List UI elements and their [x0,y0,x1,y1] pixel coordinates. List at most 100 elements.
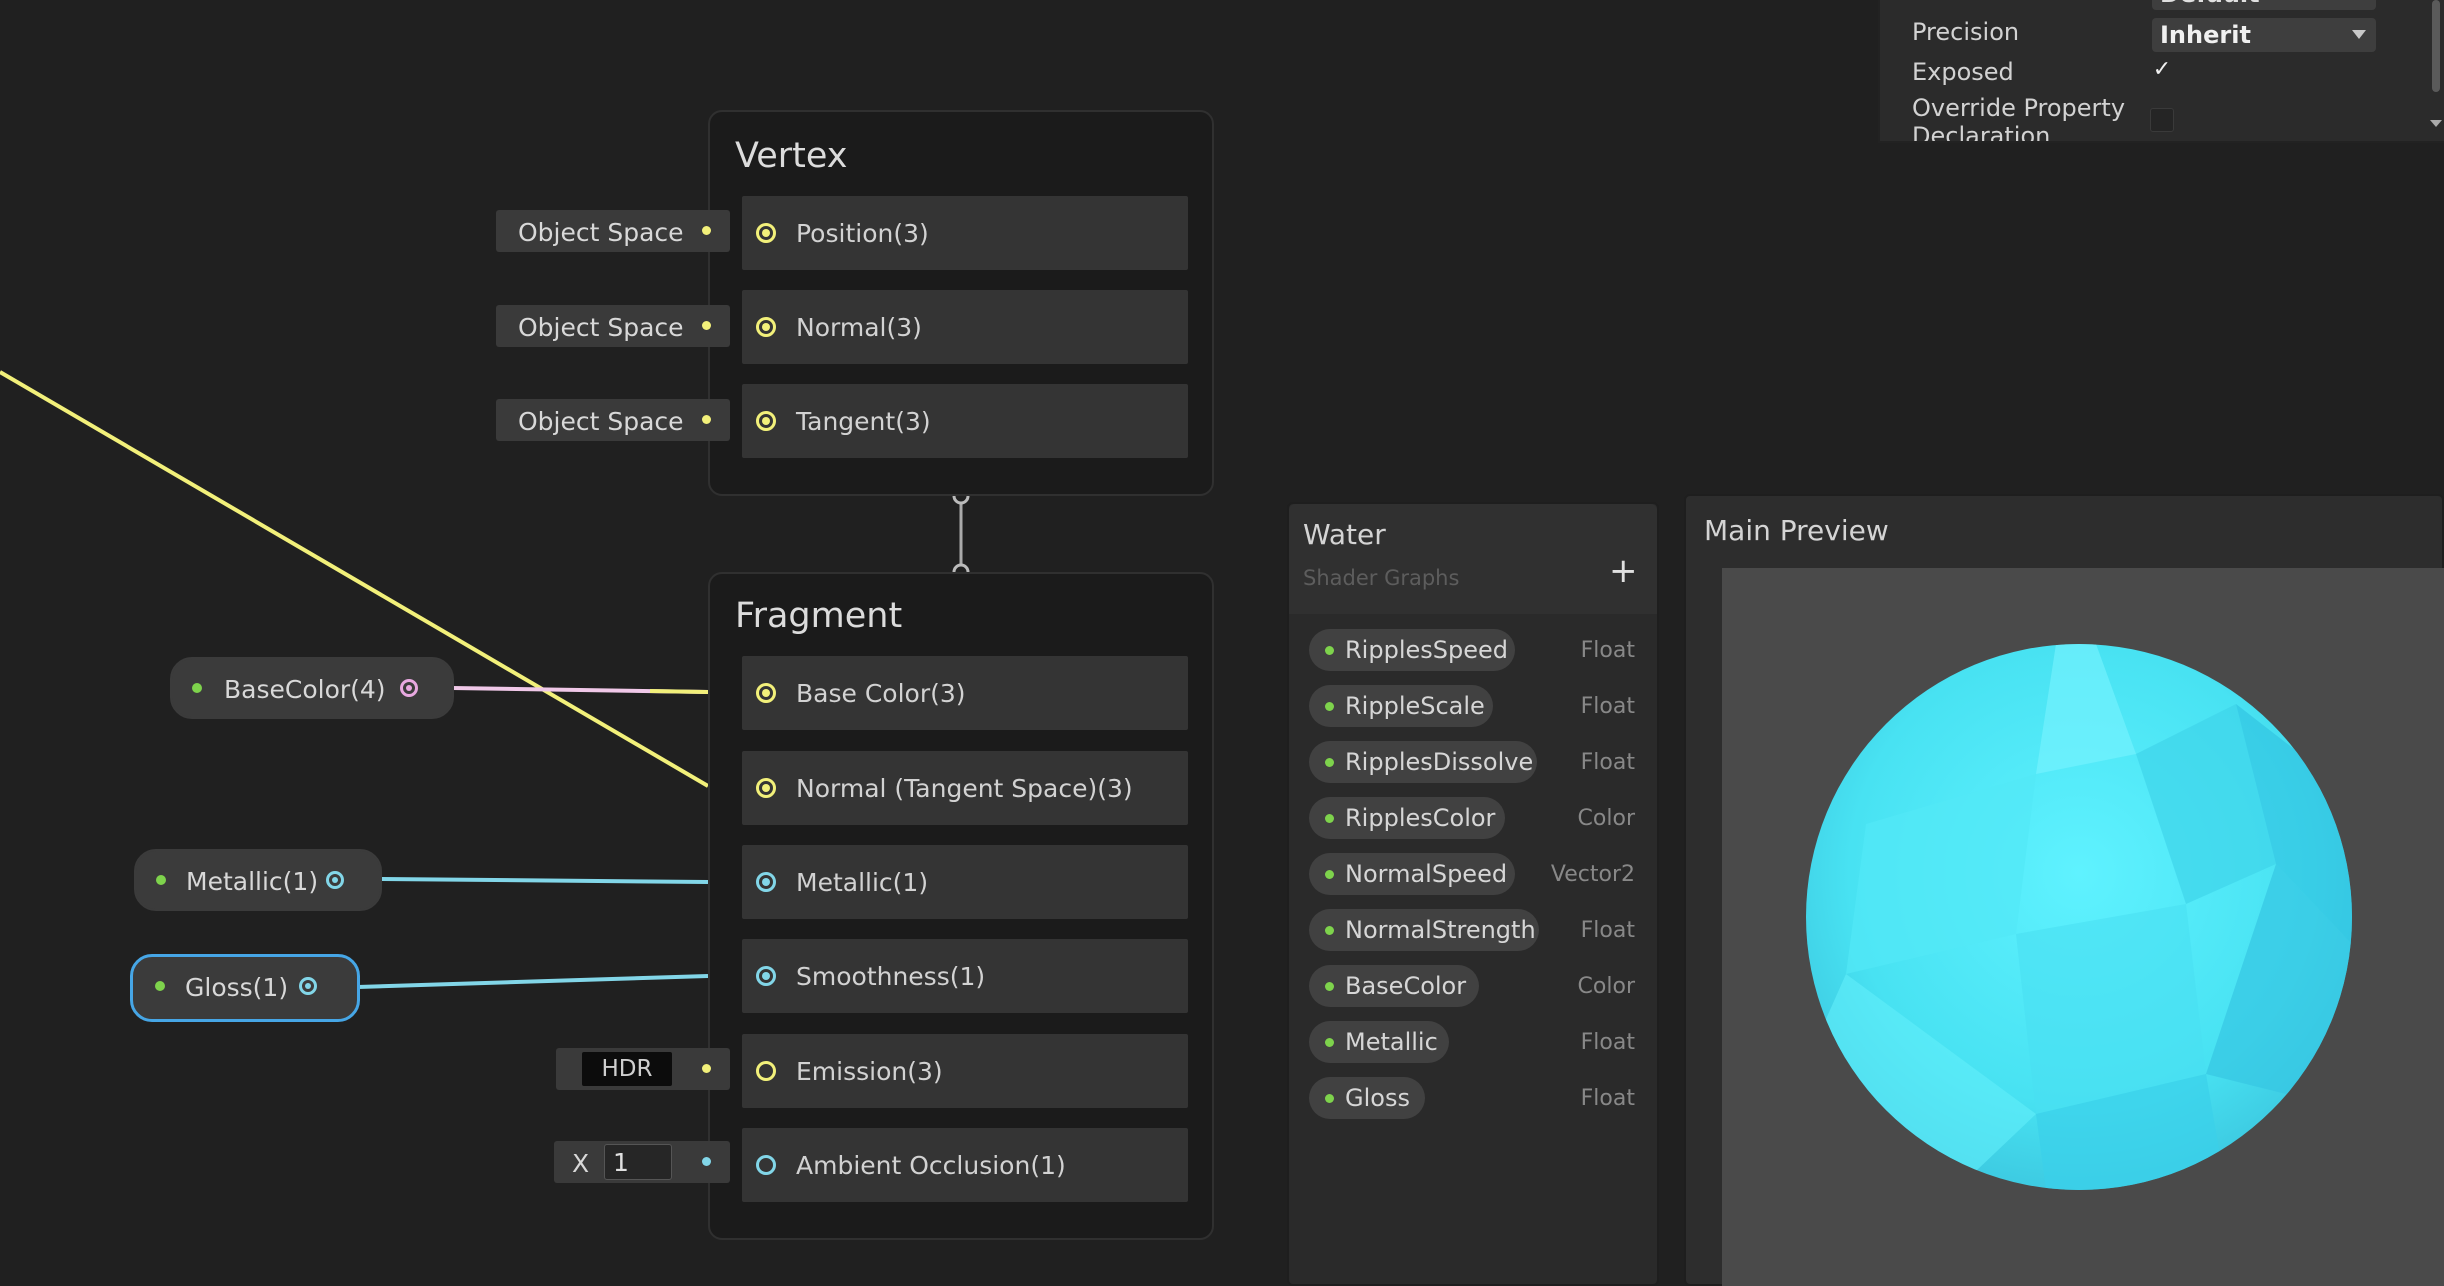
blackboard-property-row[interactable]: RipplesSpeed Float [1309,629,1649,671]
vertex-slot-position[interactable]: Position(3) [742,196,1188,270]
fragment-slot-smoothness[interactable]: Smoothness(1) [742,939,1188,1013]
default-dropdown[interactable]: Default [2152,0,2376,10]
slot-label: Emission(3) [796,1057,943,1086]
property-name: NormalSpeed [1345,860,1508,888]
metallic-property-node[interactable]: Metallic(1) [134,849,382,911]
slot-label: Normal(3) [796,313,922,342]
blackboard-property-row[interactable]: Metallic Float [1309,1021,1649,1063]
port-icon[interactable] [756,1155,776,1175]
gloss-property-node[interactable]: Gloss(1) [130,954,360,1022]
exposed-label: Exposed [1912,58,2014,86]
property-chip[interactable]: Metallic [1309,1021,1449,1063]
fragment-block[interactable]: Fragment Base Color(3) Normal (Tangent S… [708,572,1214,1240]
main-preview-panel[interactable]: Main Preview [1684,494,2444,1286]
blackboard-property-row[interactable]: RipplesDissolve Float [1309,741,1649,783]
preview-viewport[interactable] [1722,568,2444,1286]
output-port-icon[interactable] [400,679,418,697]
fragment-slot-emission[interactable]: Emission(3) [742,1034,1188,1108]
property-type: Color [1577,974,1635,999]
exposed-checkbox[interactable]: ✓ [2150,58,2174,82]
gloss-wire [357,974,709,989]
basecolor-property-node[interactable]: BaseColor(4) [170,657,454,719]
property-dot-icon [1325,1094,1334,1103]
blackboard-title: Water [1303,518,1386,551]
fragment-slot-base-color[interactable]: Base Color(3) [742,656,1188,730]
input-dot [702,226,711,235]
output-port-icon[interactable] [299,977,317,995]
slot-label: Normal (Tangent Space)(3) [796,774,1133,803]
ambient-occlusion-input[interactable]: X 1 [554,1141,730,1183]
property-dot-icon [156,875,166,885]
dropdown-arrow-icon [2352,30,2366,39]
blackboard-property-row[interactable]: Gloss Float [1309,1077,1649,1119]
port-icon[interactable] [756,223,776,243]
property-chip[interactable]: NormalSpeed [1309,853,1515,895]
property-node-label: Gloss(1) [185,973,289,1002]
property-type: Vector2 [1550,862,1635,887]
scroll-down-arrow-icon[interactable] [2430,120,2442,127]
override-checkbox[interactable] [2150,108,2174,132]
property-dot-icon [1325,702,1334,711]
normal-space-input[interactable]: Object Space [496,305,730,347]
output-port-icon[interactable] [326,871,344,889]
fragment-slot-normal[interactable]: Normal (Tangent Space)(3) [742,751,1188,825]
blackboard-property-row[interactable]: BaseColor Color [1309,965,1649,1007]
property-chip[interactable]: RipplesColor [1309,797,1505,839]
water-sphere-preview[interactable] [1806,644,2352,1190]
port-icon[interactable] [756,683,776,703]
blackboard-property-row[interactable]: NormalStrength Float [1309,909,1649,951]
emission-hdr-input[interactable]: HDR [556,1048,730,1090]
property-dot-icon [192,683,202,693]
hdr-color-field[interactable]: HDR [582,1052,672,1086]
add-property-button[interactable]: + [1609,554,1638,588]
axis-label: X [572,1149,590,1178]
blackboard-property-row[interactable]: NormalSpeed Vector2 [1309,853,1649,895]
scrollbar-thumb[interactable] [2432,0,2440,92]
slot-label: Base Color(3) [796,679,966,708]
port-icon[interactable] [756,317,776,337]
port-icon[interactable] [756,1061,776,1081]
precision-value: Inherit [2160,21,2251,49]
fragment-title: Fragment [735,596,903,636]
tangent-space-input[interactable]: Object Space [496,399,730,441]
port-icon[interactable] [756,872,776,892]
vertex-slot-normal[interactable]: Normal(3) [742,290,1188,364]
property-chip[interactable]: RipplesDissolve [1309,741,1537,783]
property-dot-icon [1325,870,1334,879]
port-icon[interactable] [756,411,776,431]
property-type: Float [1580,1030,1635,1055]
property-dot-icon [1325,758,1334,767]
slot-label: Tangent(3) [796,407,931,436]
space-label: Object Space [518,313,684,342]
blackboard-property-row[interactable]: RippleScale Float [1309,685,1649,727]
vertex-slot-tangent[interactable]: Tangent(3) [742,384,1188,458]
inspector-scrollbar[interactable] [2428,0,2444,141]
vertex-block[interactable]: Vertex Position(3) Normal(3) Tangent(3) [708,110,1214,496]
fragment-slot-metallic[interactable]: Metallic(1) [742,845,1188,919]
property-chip[interactable]: BaseColor [1309,965,1479,1007]
graph-inspector-panel[interactable]: Default Precision Inherit Exposed ✓ Over… [1878,0,2444,143]
main-preview-title: Main Preview [1704,514,1889,547]
property-type: Color [1577,806,1635,831]
precision-dropdown[interactable]: Inherit [2152,18,2376,52]
blackboard-panel[interactable]: Water Shader Graphs + RipplesSpeed Float… [1287,502,1659,1286]
input-dot [702,415,711,424]
port-icon[interactable] [756,778,776,798]
property-chip[interactable]: Gloss [1309,1077,1425,1119]
property-chip[interactable]: RippleScale [1309,685,1493,727]
ao-value-field[interactable]: 1 [604,1144,672,1180]
property-dot-icon [1325,646,1334,655]
slot-label: Smoothness(1) [796,962,986,991]
property-dot-icon [1325,814,1334,823]
position-space-input[interactable]: Object Space [496,210,730,252]
property-name: RipplesColor [1345,804,1496,832]
input-dot [702,1157,711,1166]
property-chip[interactable]: NormalStrength [1309,909,1539,951]
property-name: RipplesDissolve [1345,748,1534,776]
property-chip[interactable]: RipplesSpeed [1309,629,1515,671]
blackboard-property-row[interactable]: RipplesColor Color [1309,797,1649,839]
port-icon[interactable] [756,966,776,986]
metallic-wire [381,877,709,884]
fragment-slot-ambient-occlusion[interactable]: Ambient Occlusion(1) [742,1128,1188,1202]
basecolor-wire-tail [649,689,709,694]
